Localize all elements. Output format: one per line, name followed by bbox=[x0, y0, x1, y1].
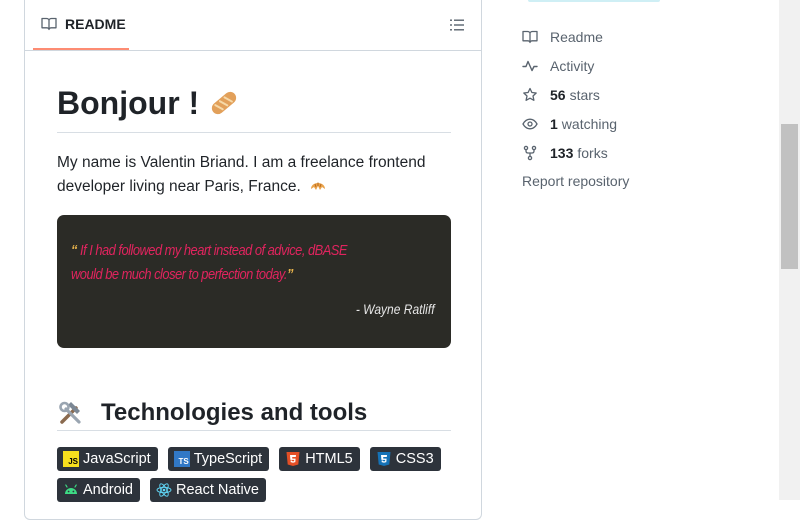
tech-badges: JS JavaScript TS TypeScript HTML5 CSS3 A… bbox=[57, 447, 451, 502]
readme-header: README bbox=[25, 0, 481, 51]
badge-css3[interactable]: CSS3 bbox=[369, 447, 441, 471]
badge-label: TypeScript bbox=[193, 451, 263, 467]
readme-content: Bonjour ! My name is Valentin Briand. I … bbox=[57, 50, 451, 502]
intro-text: My name is Valentin Briand. I am a freel… bbox=[57, 154, 426, 195]
sidebar-top-badge bbox=[528, 0, 660, 2]
tab-readme-label: README bbox=[65, 16, 126, 32]
heading-text: Bonjour ! bbox=[57, 85, 200, 121]
quote-close-mark: ” bbox=[286, 266, 293, 283]
sidebar-forks-link[interactable]: 133 forks bbox=[522, 138, 762, 167]
section-heading: Technologies and tools bbox=[57, 396, 451, 431]
badge-html5[interactable]: HTML5 bbox=[279, 447, 360, 471]
scrollbar-thumb[interactable] bbox=[781, 124, 798, 269]
sidebar-activity-link[interactable]: Activity bbox=[522, 51, 762, 80]
quote-block: “ If I had followed my heart instead of … bbox=[57, 215, 451, 348]
badge-javascript[interactable]: JS JavaScript bbox=[57, 447, 158, 471]
sidebar-stars-link[interactable]: 56 stars bbox=[522, 80, 762, 109]
stars-label: stars bbox=[569, 86, 600, 103]
pulse-icon bbox=[522, 60, 538, 71]
watching-label: watching bbox=[561, 115, 618, 132]
html5-icon bbox=[286, 452, 300, 466]
repo-forked-icon bbox=[523, 145, 537, 160]
css3-icon bbox=[377, 452, 391, 466]
hammer-and-wrench-icon bbox=[59, 401, 81, 424]
book-icon bbox=[522, 30, 538, 43]
badge-react-native[interactable]: React Native bbox=[149, 478, 266, 502]
badge-android[interactable]: Android bbox=[57, 478, 140, 502]
readme-heading: Bonjour ! bbox=[57, 82, 451, 133]
badge-typescript[interactable]: TS TypeScript bbox=[167, 447, 270, 471]
watching-count: 1 bbox=[550, 115, 558, 132]
tab-readme[interactable]: README bbox=[33, 0, 129, 50]
forks-count: 133 bbox=[550, 144, 574, 161]
intro-paragraph: My name is Valentin Briand. I am a freel… bbox=[57, 151, 451, 199]
quote-author: - Wayne Ratliff bbox=[356, 301, 435, 317]
stars-count: 56 bbox=[550, 86, 566, 103]
sidebar-readme-link[interactable]: Readme bbox=[522, 22, 762, 51]
sidebar-activity-label: Activity bbox=[550, 57, 595, 74]
croissant-icon bbox=[311, 182, 326, 190]
badge-label: CSS3 bbox=[395, 451, 434, 467]
outline-list-icon[interactable] bbox=[449, 17, 465, 33]
forks-label: forks bbox=[577, 144, 608, 161]
android-icon bbox=[65, 484, 77, 494]
badge-label: React Native bbox=[175, 482, 259, 498]
sidebar-readme-label: Readme bbox=[550, 28, 603, 45]
readme-card: README Bonjour ! My name is Valentin Bri… bbox=[24, 0, 482, 520]
badge-label: Android bbox=[83, 482, 133, 498]
javascript-icon: JS bbox=[63, 451, 79, 467]
quote-text: “ If I had followed my heart instead of … bbox=[71, 239, 372, 287]
quote-open-mark: “ bbox=[71, 242, 77, 259]
about-sidebar: Readme Activity 56 stars 1 watching 133 … bbox=[522, 22, 762, 196]
eye-icon bbox=[522, 118, 538, 129]
typescript-icon: TS bbox=[173, 451, 190, 467]
star-icon bbox=[523, 87, 537, 101]
report-repository-link[interactable]: Report repository bbox=[522, 167, 762, 196]
quote-body: If I had followed my heart instead of ad… bbox=[71, 242, 348, 283]
sidebar-watching-link[interactable]: 1 watching bbox=[522, 109, 762, 138]
react-icon bbox=[156, 483, 172, 497]
badge-label: JavaScript bbox=[83, 451, 151, 467]
book-icon bbox=[41, 17, 57, 31]
section-heading-text: Technologies and tools bbox=[101, 399, 368, 426]
badge-label: HTML5 bbox=[305, 451, 353, 467]
baguette-icon bbox=[212, 91, 237, 115]
